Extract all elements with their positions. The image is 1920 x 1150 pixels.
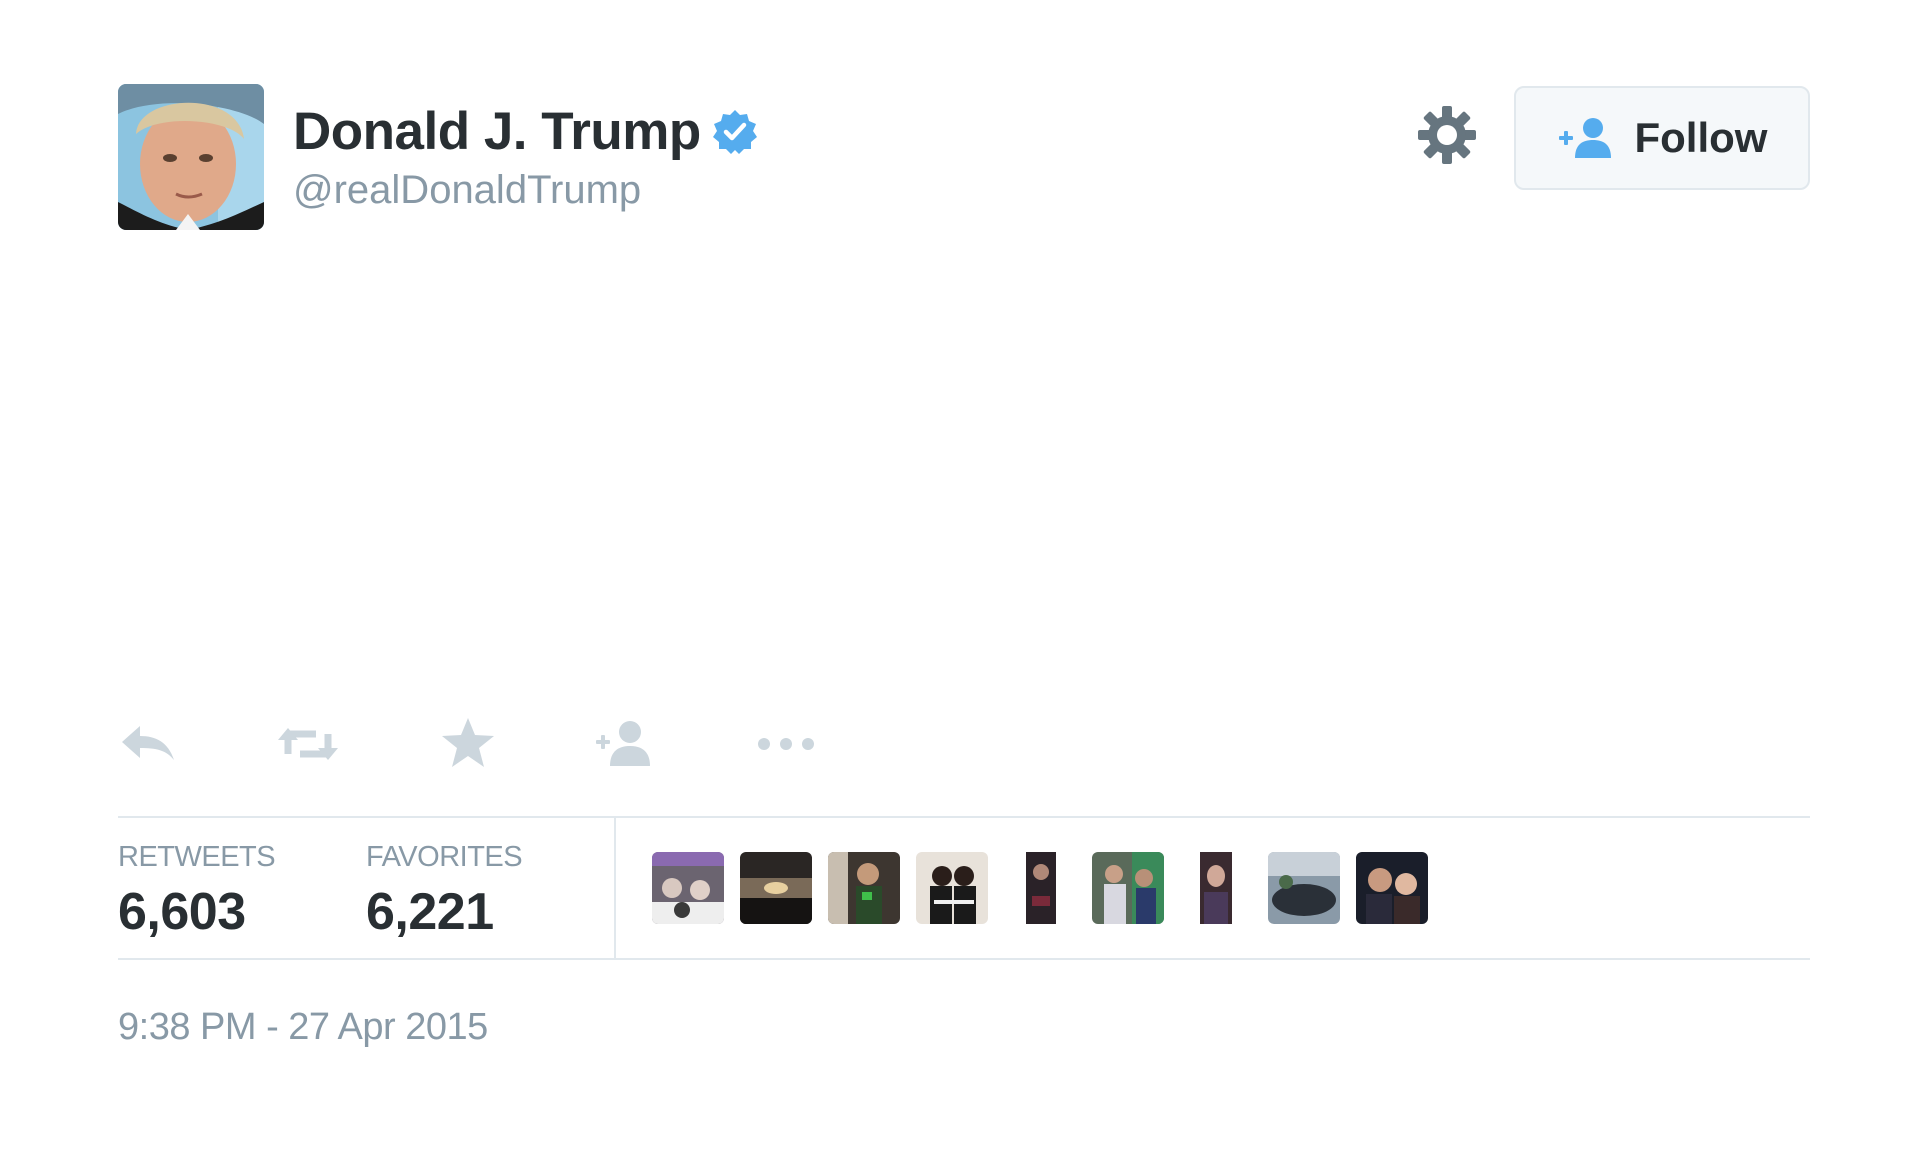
favoriter-avatar[interactable] [652, 852, 724, 924]
gear-icon[interactable] [1416, 104, 1478, 166]
favoriter-avatar[interactable] [1004, 852, 1076, 924]
favoriter-avatar[interactable] [1356, 852, 1428, 924]
follow-button[interactable]: Follow [1514, 86, 1810, 190]
tweet-card: Donald J. Trump @realDonaldTrump Follow … [0, 0, 1920, 1150]
star-icon[interactable] [436, 714, 500, 774]
reply-icon[interactable] [118, 714, 182, 774]
stats-divider-vertical [614, 818, 616, 958]
retweets-label: RETWEETS [118, 841, 276, 873]
favoriter-avatar[interactable] [916, 852, 988, 924]
retweets-stat[interactable]: RETWEETS 6,603 [118, 840, 276, 944]
favoriter-avatars [652, 852, 1428, 924]
add-user-icon[interactable] [594, 714, 658, 774]
fullname: Donald J. Trump [293, 102, 701, 161]
favoriter-avatar[interactable] [1268, 852, 1340, 924]
favoriter-avatar[interactable] [828, 852, 900, 924]
profile-avatar[interactable] [118, 84, 264, 230]
handle[interactable]: @realDonaldTrump [293, 166, 759, 214]
retweets-count: 6,603 [118, 883, 246, 941]
favorites-count: 6,221 [366, 883, 494, 941]
favorites-label: FAVORITES [366, 841, 523, 873]
favoriter-avatar[interactable] [1180, 852, 1252, 924]
follow-label: Follow [1634, 114, 1768, 161]
favorites-stat[interactable]: FAVORITES 6,221 [366, 840, 523, 944]
fullname-link[interactable]: Donald J. Trump [293, 100, 759, 164]
more-dots-icon[interactable] [754, 714, 818, 774]
stats-divider-bottom [118, 958, 1810, 960]
favoriter-avatar[interactable] [1092, 852, 1164, 924]
retweet-icon[interactable] [276, 714, 340, 774]
account-group: Donald J. Trump @realDonaldTrump [293, 100, 759, 214]
verified-badge-icon [711, 108, 759, 156]
favoriter-avatar[interactable] [740, 852, 812, 924]
add-user-icon [1557, 116, 1617, 160]
tweet-timestamp[interactable]: 9:38 PM - 27 Apr 2015 [118, 1004, 488, 1050]
stats-divider-top [118, 816, 1810, 818]
